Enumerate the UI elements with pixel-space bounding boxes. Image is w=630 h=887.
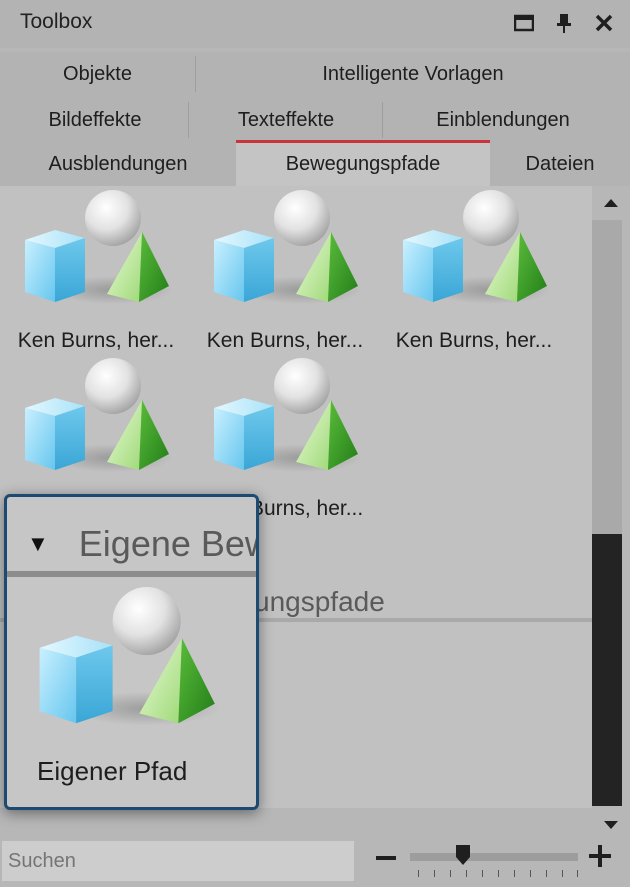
- window-controls: [512, 11, 616, 35]
- list-item[interactable]: Ken Burns, her...: [380, 190, 568, 353]
- zoom-out-icon[interactable]: [376, 856, 396, 860]
- tab-bildeffekte[interactable]: Bildeffekte: [0, 98, 190, 142]
- close-icon: [595, 14, 613, 32]
- tab-bewegungspfade[interactable]: Bewegungspfade: [236, 140, 490, 186]
- motion-path-thumbnail: [39, 587, 220, 726]
- popup-group-header[interactable]: ▼ Eigene Bewegungspfade: [27, 523, 256, 565]
- title-bar: Toolbox: [0, 0, 630, 48]
- tab-ausblendungen[interactable]: Ausblendungen: [0, 142, 236, 186]
- tab-objekte[interactable]: Objekte: [0, 52, 195, 96]
- tab-einblendungen[interactable]: Einblendungen: [383, 98, 623, 142]
- motion-path-thumbnail: [214, 358, 362, 472]
- vertical-scrollbar[interactable]: [592, 186, 630, 836]
- zoom-ticks: [418, 870, 578, 878]
- bottom-bar: [0, 836, 630, 887]
- popup-item-label: Eigener Pfad: [37, 756, 188, 786]
- motion-path-thumbnail: [403, 190, 551, 304]
- tab-texteffekte[interactable]: Texteffekte: [190, 98, 382, 142]
- list-item[interactable]: Ken Burns, her...: [2, 190, 190, 353]
- popup-item-eigener-pfad[interactable]: Eigener Pfad: [21, 587, 231, 787]
- collapse-triangle-icon[interactable]: ▼: [27, 531, 49, 557]
- motion-path-thumbnail: [214, 190, 362, 304]
- tab-divider: [188, 102, 189, 138]
- pin-button[interactable]: [552, 11, 576, 35]
- scroll-up-icon[interactable]: [604, 199, 618, 207]
- list-item[interactable]: Ken Burns, her...: [191, 190, 379, 353]
- item-label: Ken Burns, her...: [395, 329, 553, 352]
- zoom-slider[interactable]: [410, 853, 578, 861]
- zoom-slider-thumb[interactable]: [456, 845, 470, 865]
- item-label: Ken Burns, her...: [206, 329, 364, 352]
- item-label: Ken Burns, her...: [17, 329, 175, 352]
- scroll-down-icon[interactable]: [604, 821, 618, 829]
- motion-path-thumbnail: [25, 358, 173, 472]
- list-item[interactable]: [2, 358, 190, 497]
- scroll-thumb[interactable]: [592, 534, 622, 806]
- popup-group-title: Eigene Bewegungspfade: [78, 523, 256, 564]
- window-title: Toolbox: [20, 10, 93, 33]
- zoom-in-icon[interactable]: [589, 845, 611, 867]
- hover-preview-popup: ▼ Eigene Bewegungspfade Eigener Pfad: [4, 494, 259, 810]
- tab-strip: Objekte Intelligente Vorlagen Bildeffekt…: [0, 52, 630, 186]
- pin-icon: [557, 14, 571, 33]
- motion-path-thumbnail: [25, 190, 173, 304]
- maximize-button[interactable]: [512, 11, 536, 35]
- tab-intelligente-vorlagen[interactable]: Intelligente Vorlagen: [196, 52, 630, 96]
- group-header[interactable]: ungspfade: [254, 586, 385, 618]
- search-input[interactable]: [2, 841, 354, 881]
- close-button[interactable]: [592, 11, 616, 35]
- tab-dateien[interactable]: Dateien: [490, 142, 630, 186]
- popup-divider: [7, 571, 256, 577]
- maximize-icon: [514, 14, 534, 32]
